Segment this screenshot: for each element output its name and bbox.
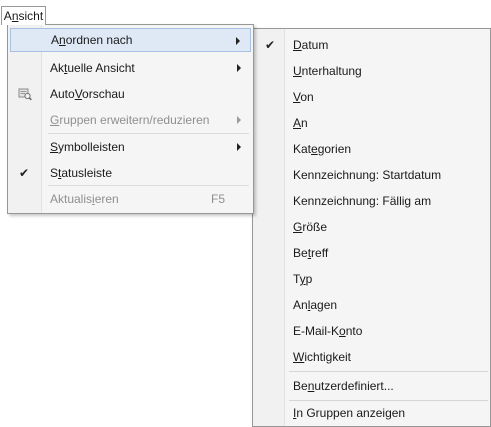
menu-item-refresh[interactable]: Aktualisieren F5 [10, 187, 251, 211]
submenu-item-flag-due-date[interactable]: Kennzeichnung: Fällig am [255, 188, 488, 214]
menu-item-label: Aktualisieren [50, 192, 119, 206]
menu-item-label: Gruppen erweitern/reduzieren [50, 113, 210, 127]
submenu-item-show-in-groups[interactable]: In Gruppen anzeigen [255, 401, 488, 425]
ansicht-dropdown: Anordnen nach Aktuelle Ansicht AutoVorsc… [7, 24, 254, 214]
menu-item-expand-collapse-groups[interactable]: Gruppen erweitern/reduzieren [10, 108, 251, 132]
checkmark-icon: ✔ [265, 38, 276, 52]
submenu-item-label: Wichtigkeit [293, 350, 352, 364]
menu-item-label: Aktuelle Ansicht [50, 61, 135, 75]
submenu-item-label: Typ [293, 272, 313, 286]
submenu-arrow-icon [237, 143, 241, 151]
submenu-item-datum[interactable]: ✔ Datum [255, 32, 488, 58]
submenu-item-unterhaltung[interactable]: Unterhaltung [255, 58, 488, 84]
submenu-item-groesse[interactable]: Größe [255, 214, 488, 240]
submenu-item-label: Benutzerdefiniert... [293, 379, 394, 393]
menu-separator [289, 371, 488, 372]
submenu-item-custom[interactable]: Benutzerdefiniert... [255, 373, 488, 399]
checkmark-icon: ✔ [19, 166, 30, 180]
menu-item-shortcut: F5 [210, 192, 225, 206]
menu-item-toolbars[interactable]: Symbolleisten [10, 135, 251, 159]
submenu-item-label: Größe [293, 220, 328, 234]
submenu-item-label: Kennzeichnung: Startdatum [293, 168, 442, 182]
submenu-item-label: Betreff [293, 246, 329, 260]
submenu-arrow-icon [237, 116, 241, 124]
submenu-item-anlagen[interactable]: Anlagen [255, 292, 488, 318]
menu-separator [48, 185, 249, 186]
menu-item-statusbar[interactable]: ✔ Statusleiste [10, 161, 251, 185]
menu-item-arrange-by[interactable]: Anordnen nach [10, 28, 251, 52]
menu-separator [48, 133, 249, 134]
menu-item-label: Symbolleisten [50, 140, 125, 154]
submenu-item-label: Anlagen [293, 298, 338, 312]
arrange-by-submenu: ✔ Datum Unterhaltung Von An Kategorien K… [252, 28, 491, 427]
submenu-item-label: E-Mail-Konto [293, 324, 363, 338]
submenu-item-label: Unterhaltung [293, 64, 362, 78]
menu-item-label: AutoVorschau [50, 87, 125, 101]
submenu-item-label: In Gruppen anzeigen [293, 406, 406, 420]
submenu-item-kategorien[interactable]: Kategorien [255, 136, 488, 162]
menu-item-label: Anordnen nach [51, 33, 133, 47]
submenu-item-label: An [293, 116, 308, 130]
submenu-item-an[interactable]: An [255, 110, 488, 136]
submenu-item-flag-start-date[interactable]: Kennzeichnung: Startdatum [255, 162, 488, 188]
submenu-arrow-icon [236, 37, 240, 45]
submenu-arrow-icon [237, 64, 241, 72]
submenu-item-label: Datum [293, 38, 329, 52]
menu-ansicht-label: Ansicht [3, 9, 44, 23]
autopreview-icon [18, 87, 32, 101]
menu-item-autopreview[interactable]: AutoVorschau [10, 82, 251, 106]
submenu-item-label: Von [293, 90, 314, 104]
menu-item-current-view[interactable]: Aktuelle Ansicht [10, 56, 251, 80]
submenu-item-von[interactable]: Von [255, 84, 488, 110]
submenu-item-label: Kennzeichnung: Fällig am [293, 194, 432, 208]
submenu-item-label: Kategorien [293, 142, 352, 156]
submenu-item-wichtigkeit[interactable]: Wichtigkeit [255, 344, 488, 370]
submenu-item-typ[interactable]: Typ [255, 266, 488, 292]
menu-item-label: Statusleiste [50, 166, 113, 180]
submenu-item-betreff[interactable]: Betreff [255, 240, 488, 266]
submenu-item-email-konto[interactable]: E-Mail-Konto [255, 318, 488, 344]
menu-ansicht[interactable]: Ansicht [1, 6, 46, 25]
